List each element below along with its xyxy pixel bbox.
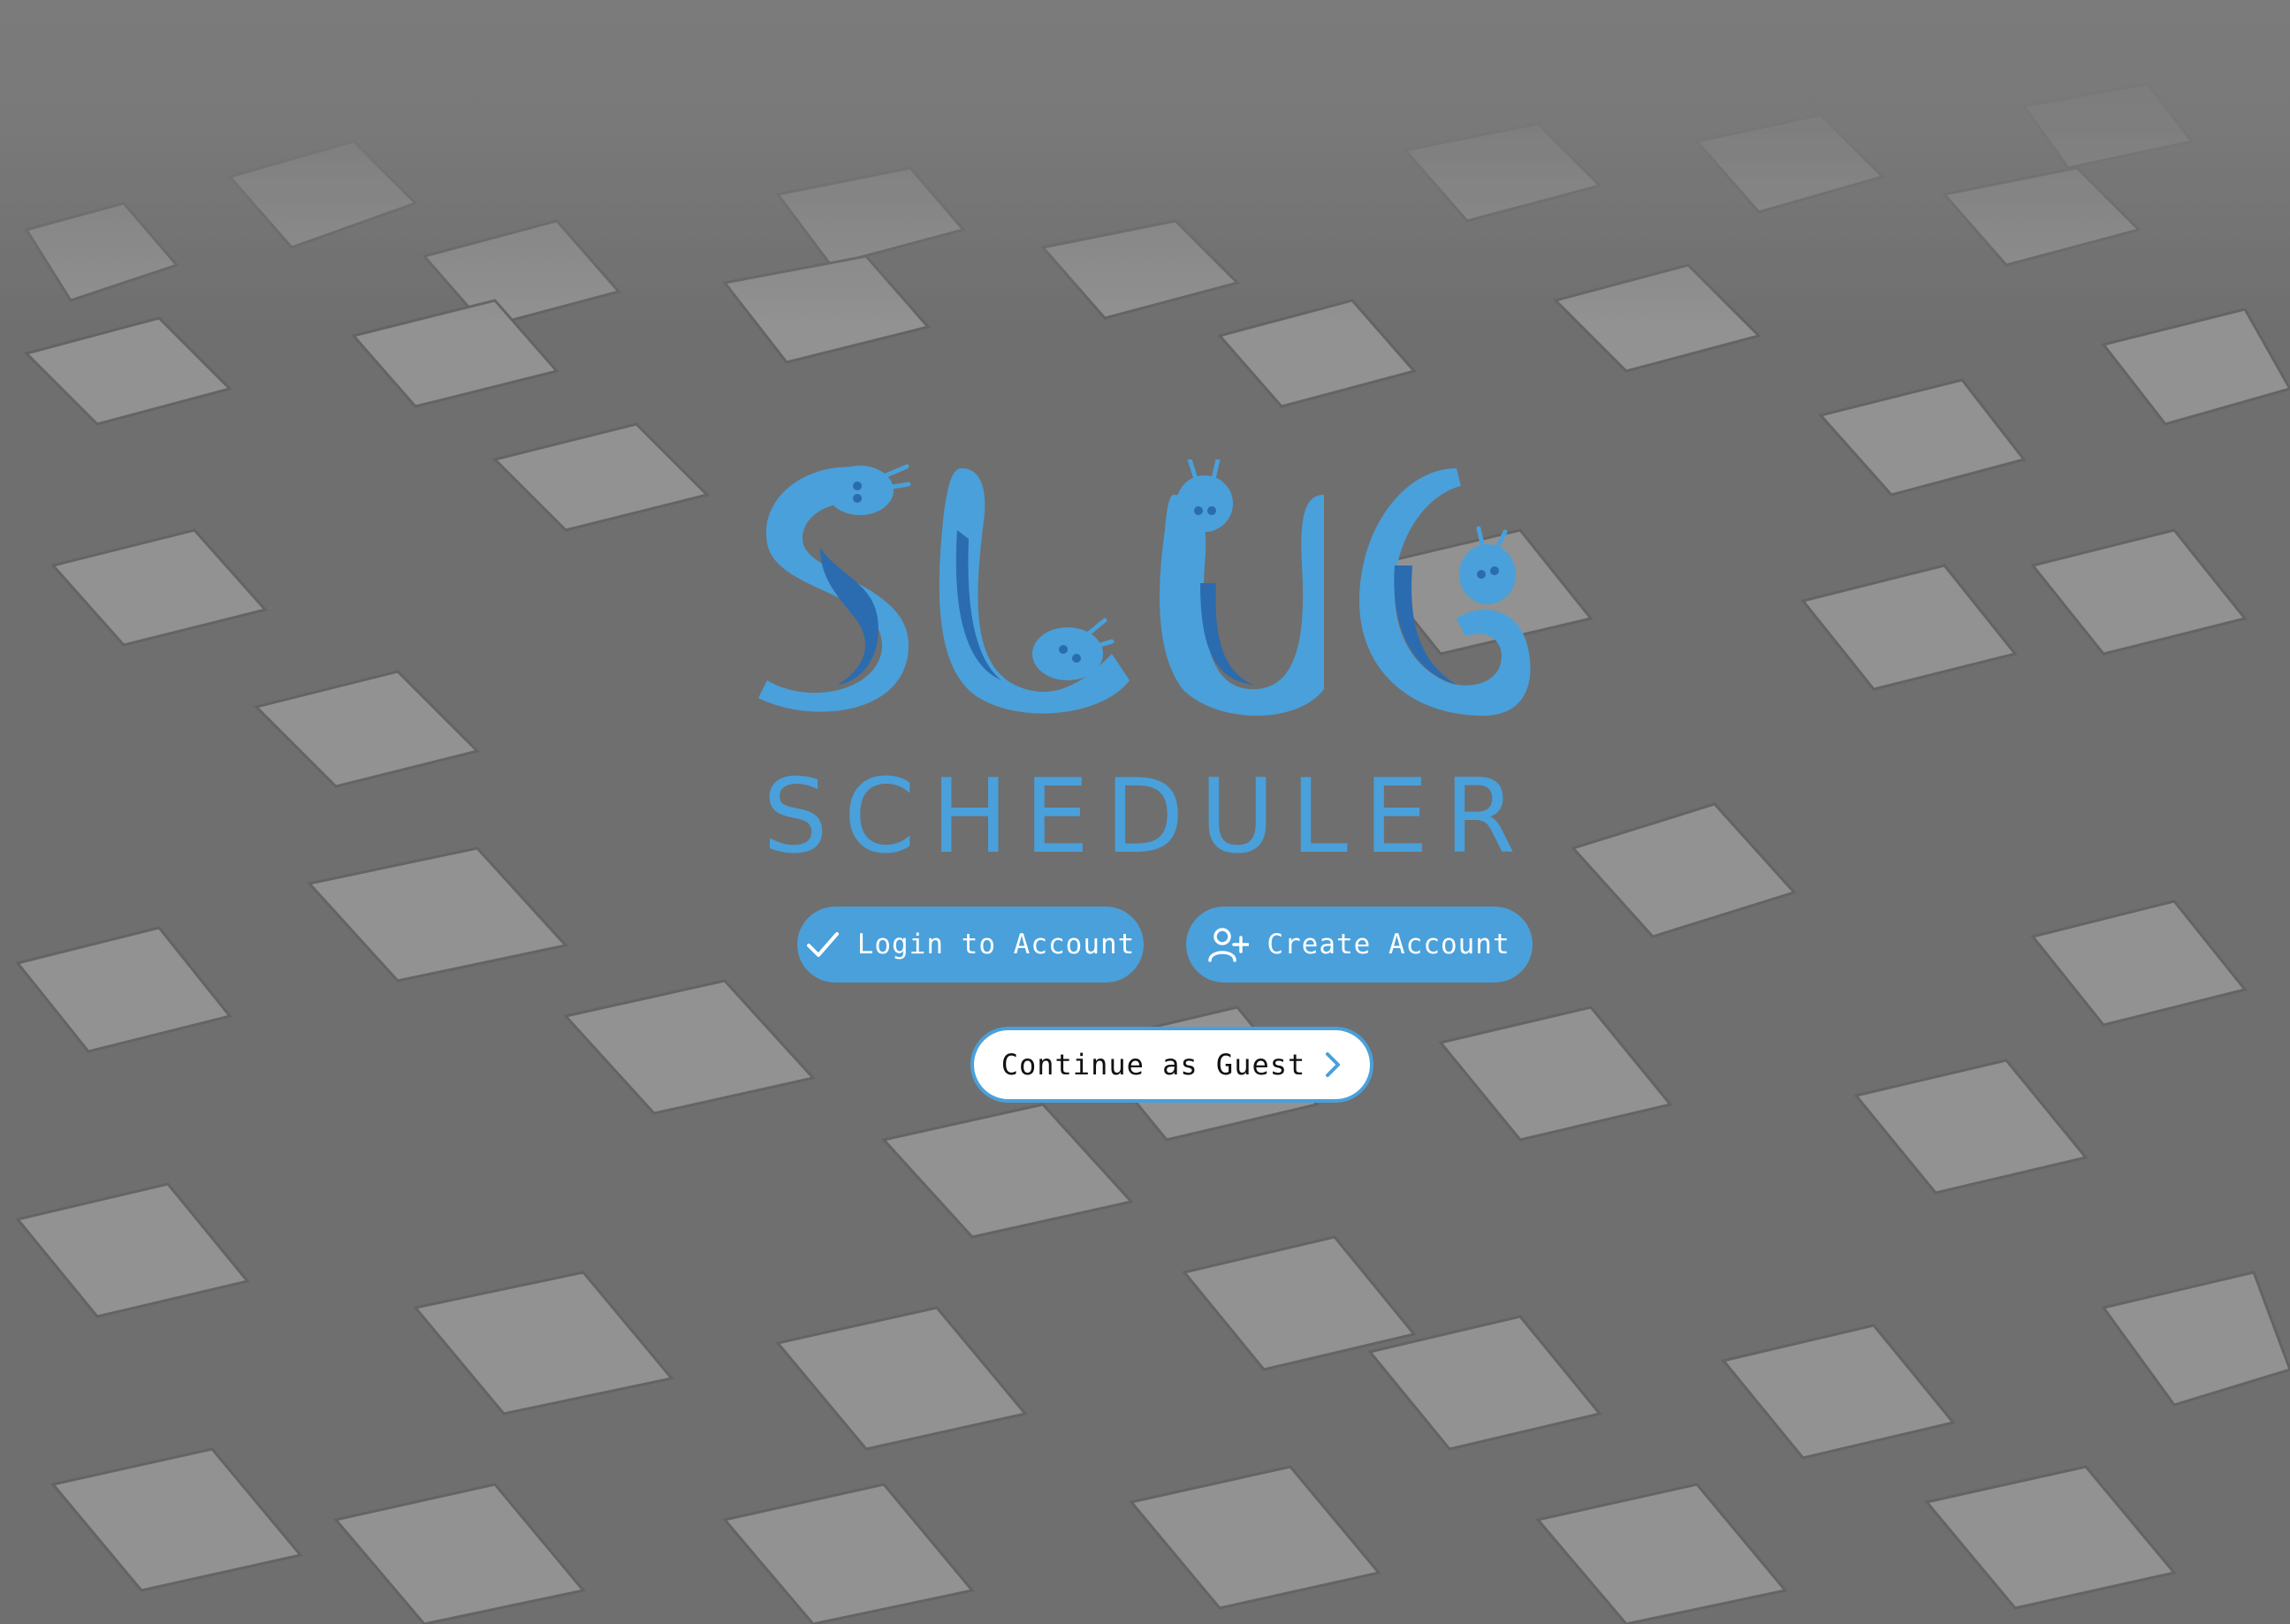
create-account-button-label: Create Account (1267, 929, 1510, 960)
check-icon (806, 930, 840, 959)
slug-logo (758, 459, 1531, 716)
add-user-icon (1208, 927, 1250, 962)
scheduler-wordmark: SCHEDULER (763, 760, 1532, 866)
continue-as-guest-label: Continue as Guest (1000, 1048, 1306, 1081)
chevron-right-icon (1323, 1051, 1343, 1079)
continue-as-guest-button[interactable]: Continue as Guest (970, 1027, 1373, 1103)
login-button-label: Login to Account (856, 929, 1136, 960)
wordmark-text: SCHEDULER (763, 760, 1532, 866)
landing-page: SCHEDULER Login to Account Create Accoun… (0, 0, 2290, 1624)
login-button[interactable]: Login to Account (797, 907, 1144, 983)
create-account-button[interactable]: Create Account (1186, 907, 1533, 983)
